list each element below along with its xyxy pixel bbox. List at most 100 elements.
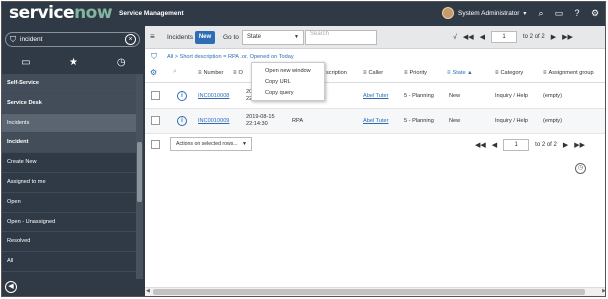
breadcrumb-context-menu: Open new window Copy URL Copy query [251, 62, 325, 101]
breadcrumb[interactable]: All > Short description = RPA .or. Opene… [167, 54, 294, 60]
nav-item-incident[interactable]: Incident [2, 133, 136, 154]
last-page-icon[interactable]: ▶▶ [562, 33, 573, 41]
nav-item-create-new[interactable]: Create New [2, 153, 136, 173]
top-pager: √ ◀◀ ◀ 1 to 2 of 2 ▶ ▶▶ [453, 31, 573, 43]
priority-value: 5 - Planning [404, 93, 434, 99]
prev-page-icon[interactable]: ◀ [492, 141, 497, 149]
next-page-icon[interactable]: ▶ [563, 141, 568, 149]
search-icon[interactable]: ⌕ [535, 7, 547, 19]
column-search-icon[interactable]: ⌕ [173, 68, 177, 76]
sort-ascending-icon: ▲ [467, 70, 473, 76]
short-description: RPA [292, 118, 304, 124]
first-page-icon[interactable]: ◀◀ [475, 141, 486, 149]
nav-item-assigned-to-me[interactable]: Assigned to me [2, 173, 136, 193]
horizontal-scrollbar[interactable]: ◀ ▶ [145, 287, 605, 296]
search-input[interactable]: Search [305, 30, 377, 45]
avatar [442, 7, 454, 19]
navigator-module-list: Self-Service Service Desk Incidents Inciden… [2, 74, 136, 272]
info-icon[interactable]: i [177, 91, 187, 101]
help-icon[interactable]: ? [571, 7, 583, 19]
context-menu-item-copy-query[interactable]: Copy query [252, 88, 324, 99]
column-header-assignment-group[interactable]: ≡ Assignment group [543, 70, 594, 76]
caller-link[interactable]: Abel Tuter [363, 118, 389, 124]
page-number-input[interactable]: 1 [491, 31, 518, 43]
table-row: i INC0010008 20122:1 Abel Tuter 5 - Plan… [145, 84, 605, 109]
column-header-category[interactable]: ≡ Category [495, 70, 523, 76]
column-header-caller[interactable]: ≡ Caller [363, 70, 383, 76]
column-menu-icon: ≡ [198, 70, 202, 76]
nav-item-all[interactable]: All [2, 252, 136, 272]
list-menu-icon[interactable]: ≡ [150, 32, 155, 41]
actions-select-value: Actions on selected rows... [176, 141, 238, 147]
category-value: Inquiry / Help [495, 93, 528, 99]
context-menu-item-open-new-window[interactable]: Open new window [252, 66, 324, 77]
nav-item-incidents[interactable]: Incidents [2, 113, 136, 134]
navigator-scrollbar-thumb[interactable] [137, 142, 142, 202]
caller-link[interactable]: Abel Tuter [363, 93, 389, 99]
row-checkbox[interactable] [151, 116, 160, 125]
servicenow-logo[interactable]: servicenow [9, 3, 113, 23]
context-menu-item-copy-url[interactable]: Copy URL [252, 77, 324, 88]
opened-time-line: 22:14:30 [246, 121, 268, 127]
column-header-short-description[interactable]: scription [326, 70, 347, 76]
state-value: New [449, 93, 461, 99]
horizontal-scrollbar-thumb[interactable] [153, 289, 585, 295]
banner-icons: ⌕ ▭ ? ⚙ [535, 7, 601, 19]
scroll-right-icon[interactable]: ▶ [602, 288, 605, 294]
category-value: Inquiry / Help [495, 118, 528, 124]
collapse-navigator-icon[interactable]: ◀ [5, 281, 17, 293]
gear-icon[interactable]: ⚙ [589, 7, 601, 19]
last-page-icon[interactable]: ▶▶ [574, 141, 585, 149]
column-header-state[interactable]: ≡ State ▲ [447, 70, 473, 76]
browser-frame: servicenow Service Management System Adm… [1, 1, 606, 297]
app-name: Service Management [119, 10, 184, 17]
navigator-scrollbar[interactable] [136, 74, 143, 279]
goto-field-select[interactable]: State ▼ [242, 30, 304, 45]
navigator-filter-input[interactable]: ⛉ incident × [5, 32, 140, 47]
history-clock-icon[interactable]: ◷ [97, 54, 145, 71]
column-label: State [452, 70, 466, 76]
filter-icon: ⛉ [10, 35, 16, 44]
page-number-input[interactable]: 1 [503, 139, 530, 151]
next-page-icon[interactable]: ▶ [551, 33, 556, 41]
all-apps-icon[interactable]: ▭ [2, 54, 50, 71]
chat-icon[interactable]: ▭ [553, 7, 565, 19]
prev-page-icon[interactable]: ◀ [480, 33, 485, 41]
info-icon[interactable]: i [177, 116, 187, 126]
nav-item-resolved[interactable]: Resolved [2, 232, 136, 253]
goto-field-value: State [247, 34, 262, 40]
actions-on-selected-rows-select[interactable]: Actions on selected rows... ▼ [170, 137, 252, 151]
personalize-list-gear-icon[interactable]: ⚙ [150, 68, 157, 77]
search-placeholder: Search [310, 31, 330, 37]
scroll-left-icon[interactable]: ◀ [146, 288, 150, 294]
column-header-number[interactable]: ≡ Number [198, 70, 223, 76]
nav-item-open-unassigned[interactable]: Open - Unassigned [2, 213, 136, 233]
filter-icon[interactable]: ⛉ [151, 52, 157, 62]
chevron-down-icon: ▾ [523, 10, 527, 17]
nav-item-service-desk[interactable]: Service Desk [2, 93, 136, 114]
logo-now: now [74, 3, 113, 23]
column-menu-icon: ≡ [404, 70, 408, 76]
incident-number-link[interactable]: INC0010009 [198, 118, 229, 124]
incident-number-link[interactable]: INC0010008 [198, 93, 229, 99]
application-navigator: ⛉ incident × ▭ ★ ◷ Self-Service Service D… [2, 26, 145, 296]
user-menu[interactable]: System Administrator ▾ [442, 7, 526, 19]
row-checkbox[interactable] [151, 91, 160, 100]
response-time-clock-icon[interactable]: ◷ [575, 163, 586, 174]
column-header-priority[interactable]: ≡ Priority [404, 70, 427, 76]
nav-item-open[interactable]: Open [2, 193, 136, 213]
nav-item-self-service[interactable]: Self-Service [2, 74, 136, 94]
first-page-icon[interactable]: ◀◀ [463, 33, 474, 41]
goto-label: Go to [223, 34, 239, 41]
new-button[interactable]: New [195, 31, 215, 44]
page-range-text: to 2 of 2 [535, 142, 557, 148]
favorites-star-icon[interactable]: ★ [50, 54, 98, 71]
column-label: Number [203, 70, 224, 76]
clear-icon[interactable]: × [125, 34, 136, 45]
column-menu-icon: ≡ [447, 70, 451, 76]
select-all-checkbox[interactable] [151, 140, 160, 149]
column-label: O [238, 70, 243, 76]
column-header-opened[interactable]: ≡ O [233, 70, 243, 76]
activity-icon[interactable]: √ [453, 34, 457, 41]
table-row: i INC0010009 2019-08-15 22:14:30 RPA Abel… [145, 109, 605, 134]
